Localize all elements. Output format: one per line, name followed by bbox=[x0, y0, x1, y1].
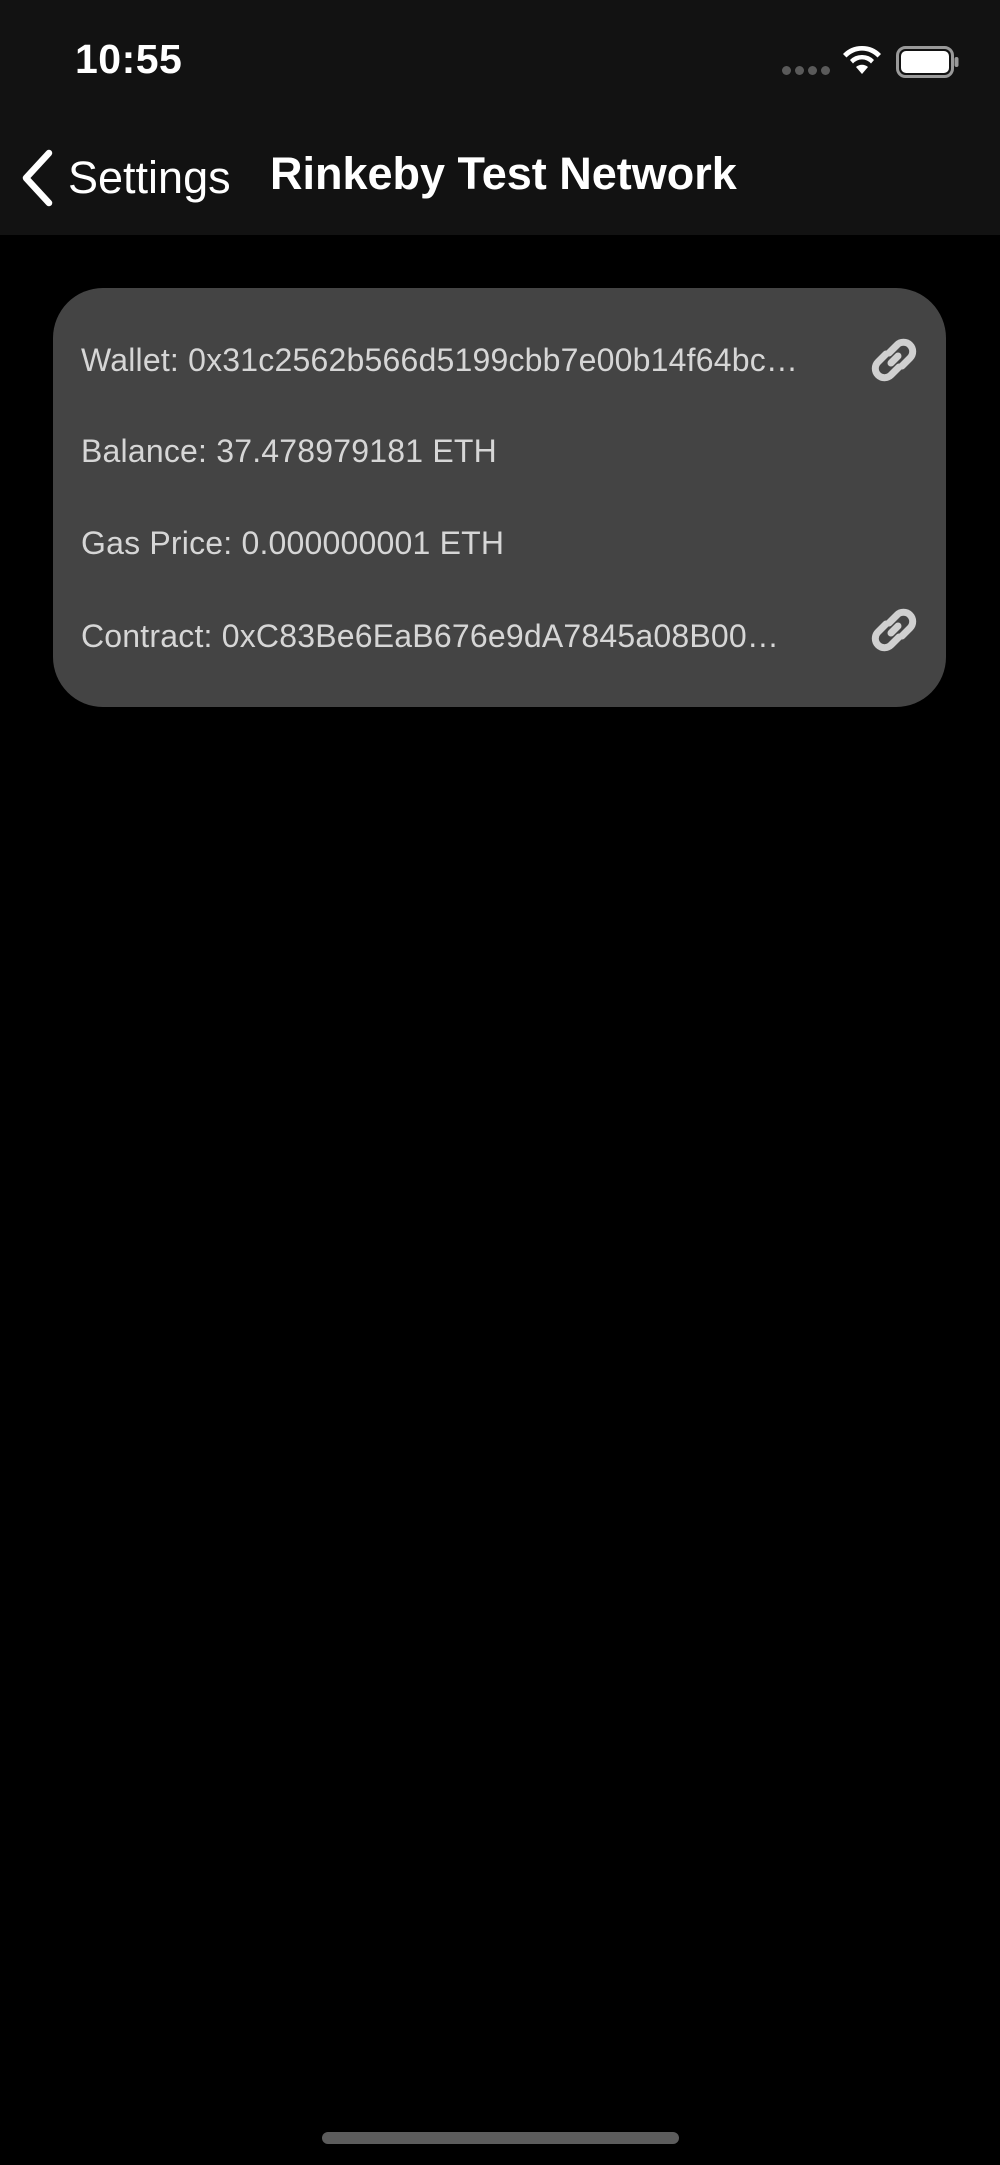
gas-price-value: Gas Price: 0.000000001 ETH bbox=[81, 524, 505, 561]
contract-row: Contract: 0xC83Be6EaB676e9dA7845a08B00… bbox=[81, 606, 918, 666]
navigation-header: 10:55 Settings Rinkeby Test Network bbox=[0, 0, 1000, 235]
link-icon bbox=[871, 338, 917, 382]
wifi-icon bbox=[843, 45, 881, 74]
balance-row: Balance: 37.478979181 ETH bbox=[81, 421, 918, 481]
chevron-left-icon bbox=[22, 149, 53, 207]
contract-link-button[interactable] bbox=[866, 602, 922, 658]
signal-dots-icon bbox=[782, 66, 832, 76]
status-time: 10:55 bbox=[75, 36, 183, 82]
wallet-link-button[interactable] bbox=[866, 332, 922, 388]
network-info-card: Wallet: 0x31c2562b566d5199cbb7e00b14f64b… bbox=[53, 288, 946, 707]
wallet-row: Wallet: 0x31c2562b566d5199cbb7e00b14f64b… bbox=[81, 330, 918, 390]
back-button-label: Settings bbox=[68, 152, 231, 203]
wallet-address: Wallet: 0x31c2562b566d5199cbb7e00b14f64b… bbox=[81, 341, 799, 378]
balance-value: Balance: 37.478979181 ETH bbox=[81, 432, 497, 469]
contract-address: Contract: 0xC83Be6EaB676e9dA7845a08B00… bbox=[81, 617, 780, 654]
back-button[interactable]: Settings bbox=[20, 146, 231, 210]
link-icon bbox=[871, 608, 917, 652]
home-indicator[interactable] bbox=[322, 2132, 679, 2144]
page-title: Rinkeby Test Network bbox=[270, 148, 737, 199]
battery-icon bbox=[896, 46, 959, 78]
gas-price-row: Gas Price: 0.000000001 ETH bbox=[81, 513, 918, 573]
